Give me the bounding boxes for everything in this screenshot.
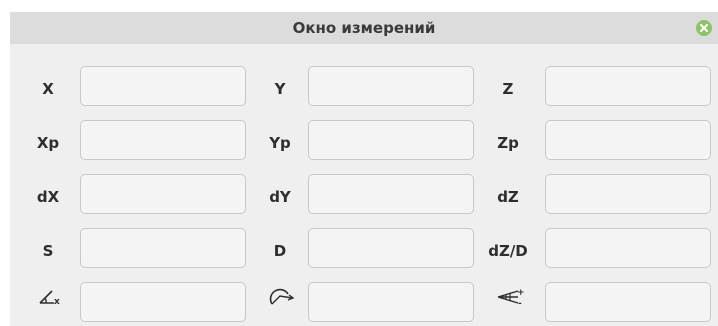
label-y: Y [274,80,286,98]
label-dz-d: dZ/D [488,242,528,260]
label-s: S [42,242,54,260]
z-field[interactable] [545,66,711,106]
svg-text:-: - [518,299,522,308]
label-dx: dX [36,188,60,206]
label-dz: dZ [497,188,519,206]
zp-field[interactable] [545,120,711,160]
dx-field[interactable] [80,174,246,214]
d-field[interactable] [308,228,474,268]
window-title: Окно измерений [292,19,436,37]
y-field[interactable] [308,66,474,106]
xp-field[interactable] [80,120,246,160]
dz-d-field[interactable] [545,228,711,268]
svg-text:+: + [517,288,525,298]
slope-angle-icon: + - [478,284,538,309]
angle-x-icon: x [18,284,78,308]
label-d: D [273,242,287,260]
measurement-window: Окно измерений X Y Z Xp Yp Zp dX dY dZ S… [0,0,718,326]
dy-field[interactable] [308,174,474,214]
close-button[interactable] [696,20,712,36]
title-bar[interactable]: Окно измерений [10,12,718,45]
svg-text:x: x [54,297,60,307]
x-field[interactable] [80,66,246,106]
close-icon [700,24,708,32]
label-yp: Yp [269,134,291,152]
label-zp: Zp [497,134,519,152]
label-z: Z [502,80,514,98]
label-x: X [42,80,54,98]
direction-angle-field[interactable] [308,282,474,322]
measurement-grid: X Y Z Xp Yp Zp dX dY dZ S D dZ/D x + - [10,44,718,326]
angle-x-field[interactable] [80,282,246,322]
s-field[interactable] [80,228,246,268]
direction-angle-icon [250,284,310,308]
yp-field[interactable] [308,120,474,160]
dz-field[interactable] [545,174,711,214]
label-xp: Xp [36,134,60,152]
label-dy: dY [269,188,291,206]
slope-angle-field[interactable] [545,282,711,322]
